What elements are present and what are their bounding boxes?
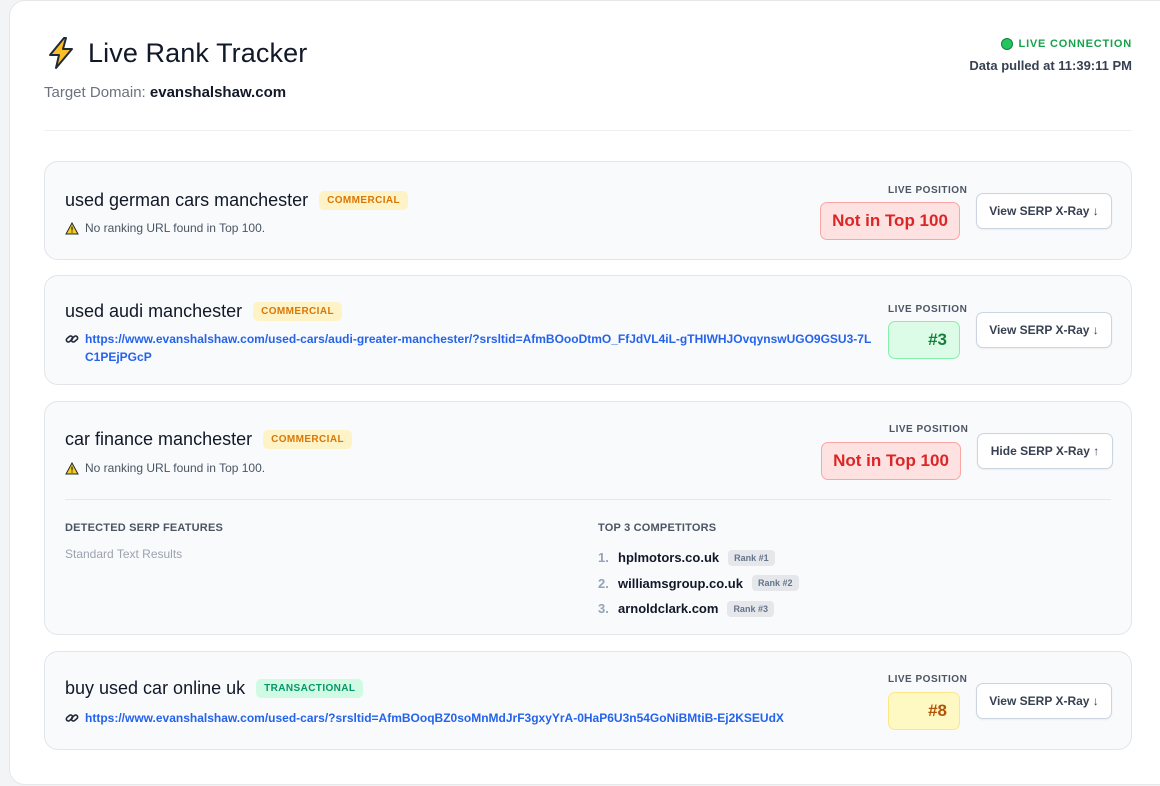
keyword-card: buy used car online uk TRANSACTIONAL htt…: [44, 651, 1132, 750]
intent-badge: COMMERCIAL: [319, 191, 409, 210]
competitor-rank-badge: Rank #3: [727, 600, 774, 617]
keyword-text: used german cars manchester: [65, 190, 309, 210]
live-position-value: Not in Top 100: [821, 442, 961, 480]
competitor-rank-badge: Rank #1: [728, 549, 775, 566]
keyword-card: used german cars manchester COMMERCIAL N…: [44, 161, 1132, 260]
live-position-label: LIVE POSITION: [889, 424, 969, 435]
keyword-card: used audi manchester COMMERCIAL https://…: [44, 275, 1132, 385]
competitor-number: 1.: [598, 550, 609, 566]
data-pulled-time: Data pulled at 11:39:11 PM: [969, 58, 1132, 73]
intent-badge: COMMERCIAL: [263, 430, 352, 449]
competitor-item: 1. hplmotors.co.uk Rank #1: [598, 545, 799, 571]
competitor-item: 2. williamsgroup.co.uk Rank #2: [598, 571, 799, 597]
live-position-label: LIVE POSITION: [888, 304, 968, 315]
ranking-url-link[interactable]: https://www.evanshalshaw.com/used-cars/a…: [85, 330, 875, 366]
warning-icon: [65, 222, 79, 235]
keyword-card: car finance manchester COMMERCIAL No ran…: [44, 401, 1132, 635]
hide-serp-xray-button[interactable]: Hide SERP X-Ray ↑: [977, 433, 1113, 469]
live-position-value: Not in Top 100: [820, 202, 960, 240]
keyword-text: buy used car online uk: [65, 678, 246, 698]
competitor-rank-badge: Rank #2: [751, 575, 799, 592]
competitor-list: 1. hplmotors.co.uk Rank #1 2. williamsgr…: [598, 545, 799, 622]
competitor-domain: arnoldclark.com: [618, 601, 719, 617]
ranking-url-link[interactable]: https://www.evanshalshaw.com/used-cars/?…: [85, 709, 784, 727]
xray-divider: [65, 499, 1111, 500]
live-position-value: #3: [888, 321, 960, 359]
keyword-text: car finance manchester: [65, 429, 253, 449]
warning-icon: [65, 462, 79, 475]
ranking-note: No ranking URL found in Top 100.: [85, 221, 266, 235]
lightning-bolt-icon: [49, 37, 73, 69]
serp-features-title: DETECTED SERP FEATURES: [65, 522, 224, 534]
view-serp-xray-button[interactable]: View SERP X-Ray ↓: [976, 683, 1112, 719]
page-title: Live Rank Tracker: [88, 37, 308, 68]
link-icon: [65, 714, 79, 722]
competitor-number: 2.: [598, 575, 609, 591]
target-domain-label: Target Domain:: [44, 84, 146, 101]
link-icon: [65, 335, 79, 343]
live-connection-label: LIVE CONNECTION: [1018, 38, 1132, 50]
view-serp-xray-button[interactable]: View SERP X-Ray ↓: [976, 193, 1112, 229]
connection-status: LIVE CONNECTION Data pulled at 11:39:11 …: [969, 38, 1132, 73]
competitor-item: 3. arnoldclark.com Rank #3: [598, 596, 799, 622]
live-position-value: #8: [888, 692, 960, 730]
page-header: Live Rank Tracker Target Domain: evansha…: [44, 36, 1132, 131]
target-domain-row: Target Domain: evanshalshaw.com: [44, 84, 1132, 101]
competitor-domain: hplmotors.co.uk: [618, 550, 720, 566]
intent-badge: COMMERCIAL: [253, 302, 342, 321]
live-position-label: LIVE POSITION: [888, 674, 968, 685]
intent-badge: TRANSACTIONAL: [256, 679, 364, 698]
ranking-note: No ranking URL found in Top 100.: [85, 461, 266, 475]
serp-features-value: Standard Text Results: [65, 547, 183, 561]
view-serp-xray-button[interactable]: View SERP X-Ray ↓: [976, 312, 1112, 348]
target-domain-value: evanshalshaw.com: [149, 84, 287, 101]
keyword-text: used audi manchester: [65, 301, 243, 321]
live-position-label: LIVE POSITION: [888, 185, 968, 196]
live-dot-icon: [1000, 38, 1013, 50]
competitor-number: 3.: [598, 601, 609, 617]
competitors-title: TOP 3 COMPETITORS: [598, 522, 717, 534]
competitor-domain: williamsgroup.co.uk: [618, 575, 743, 591]
